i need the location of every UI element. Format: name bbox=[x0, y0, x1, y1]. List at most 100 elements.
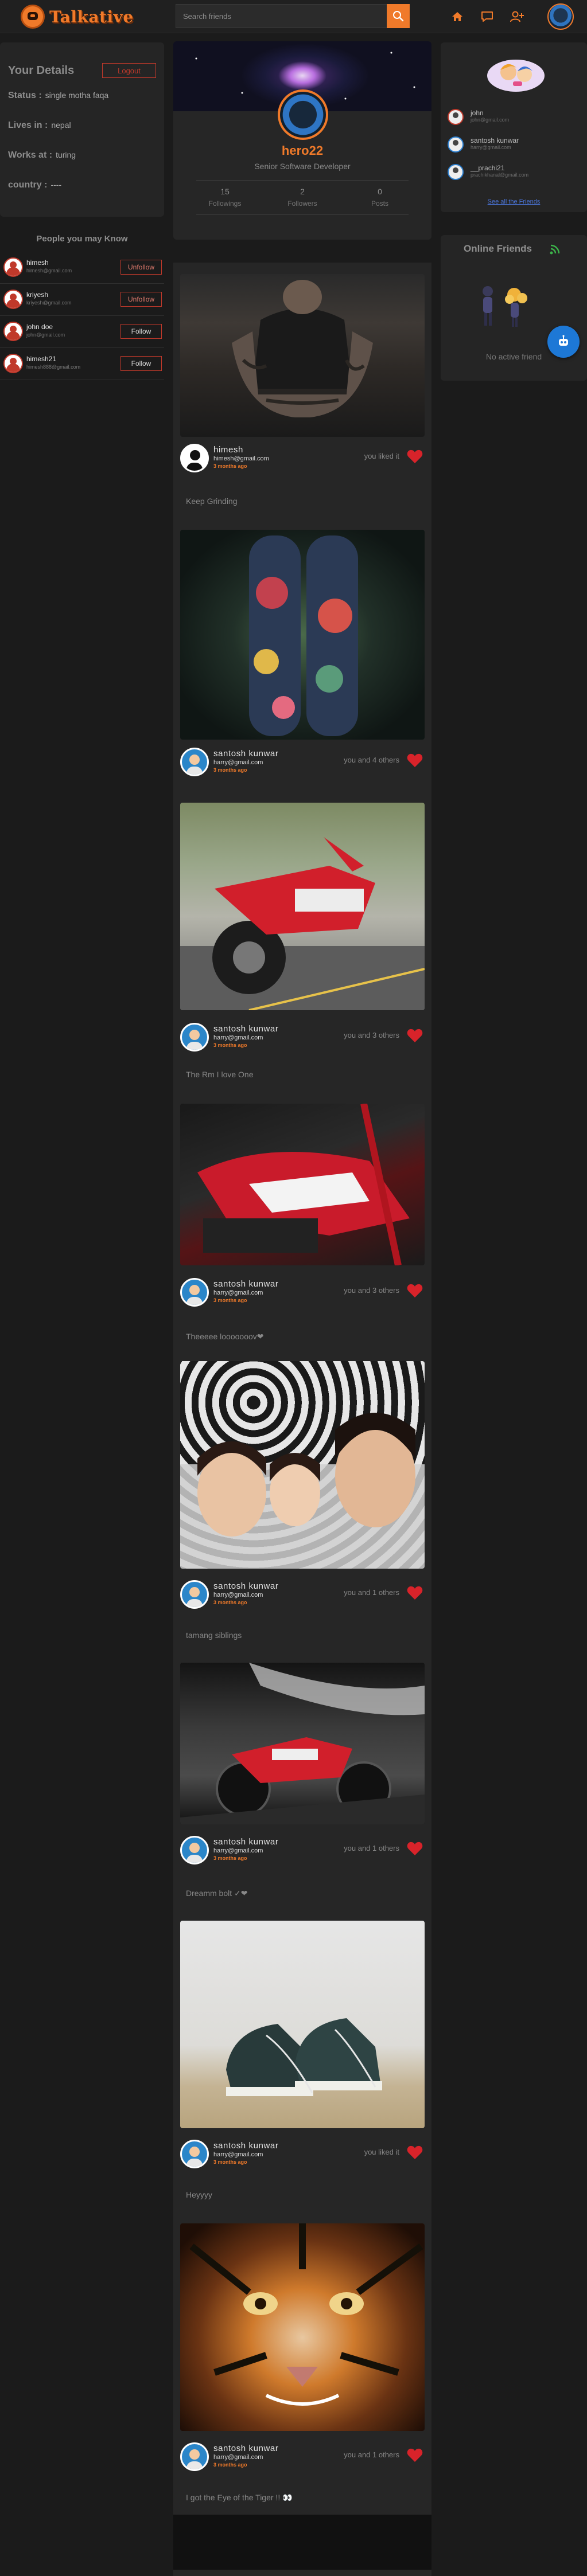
suggestion-name[interactable]: john doe bbox=[26, 323, 53, 331]
divider bbox=[196, 214, 409, 215]
heart-icon[interactable] bbox=[406, 2144, 423, 2160]
avatar[interactable] bbox=[180, 2140, 209, 2168]
app-logo[interactable]: Talkative bbox=[21, 5, 134, 29]
profile-avatar[interactable] bbox=[278, 89, 328, 140]
stat-followings[interactable]: 15 Followings bbox=[191, 187, 259, 208]
friends-illustration bbox=[487, 60, 545, 92]
avatar[interactable] bbox=[180, 444, 209, 472]
search-input[interactable] bbox=[176, 4, 387, 28]
unfollow-button[interactable]: Unfollow bbox=[120, 292, 162, 307]
avatar[interactable] bbox=[180, 1023, 209, 1051]
avatar[interactable] bbox=[180, 1836, 209, 1864]
detail-works-at: Works at : turing bbox=[8, 150, 76, 161]
avatar bbox=[448, 136, 464, 153]
avatar[interactable] bbox=[3, 322, 23, 341]
heart-icon[interactable] bbox=[406, 752, 423, 768]
feed-footer bbox=[173, 2515, 431, 2570]
search-button[interactable] bbox=[387, 4, 410, 28]
tattoo-photo-icon bbox=[232, 280, 373, 417]
avatar[interactable] bbox=[180, 2442, 209, 2471]
see-all-friends-link[interactable]: See all the Friends bbox=[441, 198, 587, 205]
stat-posts[interactable]: 0 Posts bbox=[345, 187, 414, 208]
post-author: santosh kunwar harry@gmail.com 3 months … bbox=[180, 2140, 425, 2172]
friend-email: john@gmail.com bbox=[471, 117, 510, 123]
suggestion-name[interactable]: himesh21 bbox=[26, 355, 56, 363]
post-author-name[interactable]: santosh kunwar bbox=[213, 1024, 278, 1034]
logout-button[interactable]: Logout bbox=[102, 63, 156, 78]
heart-icon[interactable] bbox=[406, 2447, 423, 2463]
online-illustration bbox=[483, 286, 527, 327]
post-likes[interactable]: you and 1 others bbox=[344, 2450, 399, 2459]
post-author-name[interactable]: santosh kunwar bbox=[213, 2141, 278, 2151]
post-author: santosh kunwar harry@gmail.com 3 months … bbox=[180, 748, 425, 780]
home-button[interactable] bbox=[450, 9, 465, 24]
post-image[interactable] bbox=[180, 1921, 425, 2128]
avatar bbox=[448, 109, 464, 125]
detail-key: Lives in : bbox=[8, 120, 48, 130]
post-likes[interactable]: you liked it bbox=[364, 452, 399, 460]
friend-name: santosh kunwar bbox=[471, 136, 519, 144]
post-image[interactable] bbox=[180, 1361, 425, 1569]
post-caption: tamang siblings bbox=[186, 1631, 242, 1640]
suggestion-name[interactable]: himesh bbox=[26, 259, 49, 267]
online-signal-icon bbox=[550, 244, 560, 255]
avatar[interactable] bbox=[180, 748, 209, 776]
post-author-name[interactable]: santosh kunwar bbox=[213, 1279, 278, 1289]
post-time: 3 months ago bbox=[213, 1042, 247, 1048]
heart-icon[interactable] bbox=[406, 1027, 423, 1043]
search-icon bbox=[393, 11, 404, 22]
post-likes[interactable]: you and 4 others bbox=[344, 756, 399, 764]
friend-item[interactable]: santosh kunwar harry@gmail.com bbox=[448, 134, 582, 157]
avatar[interactable] bbox=[3, 290, 23, 309]
avatar[interactable] bbox=[180, 1580, 209, 1609]
post-image[interactable] bbox=[180, 530, 425, 740]
friend-item[interactable]: __prachi21 prachikhanal@gmail.com bbox=[448, 162, 582, 185]
chat-bot-button[interactable] bbox=[547, 326, 580, 358]
post-author-name[interactable]: santosh kunwar bbox=[213, 1837, 278, 1847]
post-time: 3 months ago bbox=[213, 463, 247, 469]
post-image[interactable] bbox=[180, 1104, 425, 1265]
suggestion-email: himesh888@gmail.com bbox=[26, 364, 81, 370]
follow-button[interactable]: Follow bbox=[120, 324, 162, 339]
post-image[interactable] bbox=[180, 803, 425, 1010]
post-time: 3 months ago bbox=[213, 1600, 247, 1605]
avatar[interactable] bbox=[3, 257, 23, 277]
follow-button[interactable]: Follow bbox=[120, 356, 162, 371]
detail-value: ---- bbox=[50, 180, 62, 189]
search-bar bbox=[176, 4, 410, 28]
heart-icon[interactable] bbox=[406, 1585, 423, 1601]
post-likes[interactable]: you and 3 others bbox=[344, 1031, 399, 1039]
avatar[interactable] bbox=[3, 354, 23, 373]
suggestion-name[interactable]: kriyesh bbox=[26, 291, 48, 299]
friend-item[interactable]: john john@gmail.com bbox=[448, 107, 582, 130]
post-likes[interactable]: you and 3 others bbox=[344, 1286, 399, 1295]
heart-icon[interactable] bbox=[406, 448, 423, 464]
avatar[interactable] bbox=[180, 1278, 209, 1307]
post-author-name[interactable]: santosh kunwar bbox=[213, 2444, 278, 2453]
user-avatar[interactable] bbox=[547, 3, 574, 30]
detail-value: turing bbox=[56, 150, 76, 159]
post-image[interactable] bbox=[180, 2223, 425, 2431]
people-you-may-know-title: People you may Know bbox=[36, 234, 128, 244]
post-author-name[interactable]: himesh bbox=[213, 445, 243, 455]
post-image[interactable] bbox=[180, 1663, 425, 1824]
post-likes[interactable]: you and 1 others bbox=[344, 1588, 399, 1597]
unfollow-button[interactable]: Unfollow bbox=[120, 260, 162, 275]
post-image[interactable] bbox=[180, 274, 425, 437]
post-likes[interactable]: you and 1 others bbox=[344, 1844, 399, 1852]
friend-requests-button[interactable] bbox=[510, 9, 524, 24]
friend-name: __prachi21 bbox=[471, 164, 505, 172]
profile-username: hero22 bbox=[281, 143, 324, 158]
heart-icon[interactable] bbox=[406, 1283, 423, 1299]
post-author-name[interactable]: santosh kunwar bbox=[213, 1581, 278, 1591]
profile-card: hero22 Senior Software Developer 15 Foll… bbox=[173, 41, 431, 240]
post-likes[interactable]: you liked it bbox=[364, 2148, 399, 2156]
post-author: santosh kunwar harry@gmail.com 3 months … bbox=[180, 1836, 425, 1868]
messages-button[interactable] bbox=[480, 9, 495, 24]
heart-icon[interactable] bbox=[406, 1840, 423, 1856]
detail-key: Status : bbox=[8, 91, 42, 100]
post-caption: Theeeee looooooov❤ bbox=[186, 1332, 264, 1341]
chat-icon bbox=[481, 11, 493, 22]
post-author-name[interactable]: santosh kunwar bbox=[213, 749, 278, 759]
stat-followers[interactable]: 2 Followers bbox=[268, 187, 337, 208]
